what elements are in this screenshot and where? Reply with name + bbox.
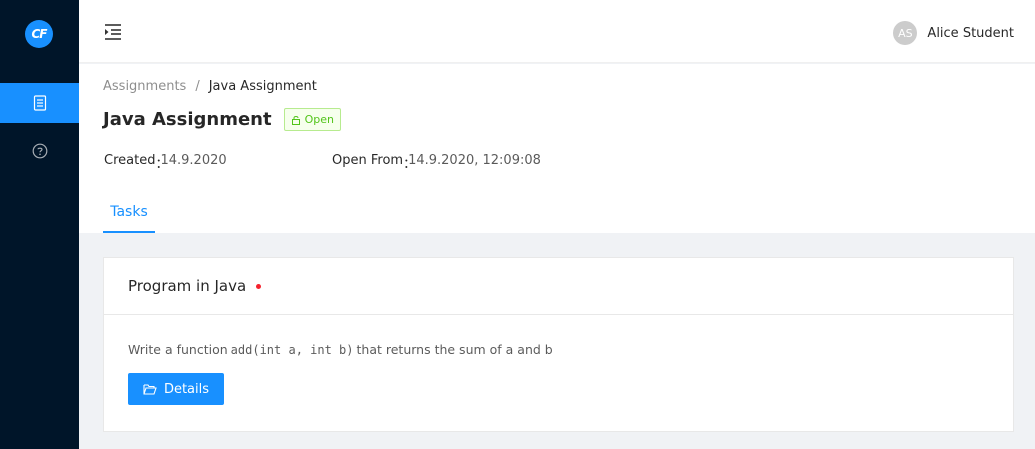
menu-unfold-icon[interactable] (103, 22, 123, 42)
task-description-code: add(int a, int b) (230, 343, 354, 357)
logo[interactable]: CF (25, 20, 53, 48)
open-from-value: 14.9.2020, 12:09:08 (408, 153, 541, 168)
folder-open-icon (143, 384, 157, 395)
breadcrumb-current: Java Assignment (208, 79, 317, 94)
open-from-info: Open From： 14.9.2020, 12:09:08 (332, 153, 541, 172)
avatar: AS (893, 21, 918, 45)
user-menu[interactable]: AS Alice Student (893, 21, 1014, 45)
task-card: Program in Java Write a function add(int… (103, 257, 1014, 432)
open-from-label: Open From (332, 153, 404, 168)
task-card-body: Write a function add(int a, int b) that … (104, 315, 1013, 405)
details-button[interactable]: Details (128, 373, 224, 405)
created-label: Created (104, 153, 156, 168)
task-title: Program in Java (128, 277, 247, 295)
breadcrumb: Assignments / Java Assignment (103, 79, 317, 94)
status-badge-label: Open (304, 113, 334, 126)
page-header: Assignments / Java Assignment Java Assig… (79, 64, 1035, 233)
created-value: 14.9.2020 (160, 153, 227, 168)
status-badge: Open (283, 108, 341, 131)
title-row: Java Assignment Open (103, 108, 341, 131)
status-dot (256, 283, 262, 289)
sidebar-item-help[interactable] (0, 131, 79, 171)
details-button-label: Details (163, 381, 210, 397)
user-name: Alice Student (927, 25, 1014, 41)
task-description-prefix: Write a function (128, 342, 228, 357)
page-title: Java Assignment (103, 109, 272, 130)
breadcrumb-separator: / (195, 79, 200, 94)
task-description: Write a function add(int a, int b) that … (128, 342, 989, 357)
sidebar: CF (0, 0, 79, 449)
question-circle-icon (32, 143, 47, 159)
document-icon (33, 95, 46, 111)
created-info: Created： 14.9.2020 (104, 153, 227, 172)
tab-tasks[interactable]: Tasks (103, 204, 155, 233)
unlock-icon (291, 115, 300, 125)
sidebar-item-assignments[interactable] (0, 83, 79, 123)
top-header: AS Alice Student (79, 0, 1035, 63)
task-description-suffix: that returns the sum of a and b (356, 342, 553, 357)
task-card-header: Program in Java (104, 258, 1013, 315)
breadcrumb-assignments-link[interactable]: Assignments (103, 79, 186, 94)
